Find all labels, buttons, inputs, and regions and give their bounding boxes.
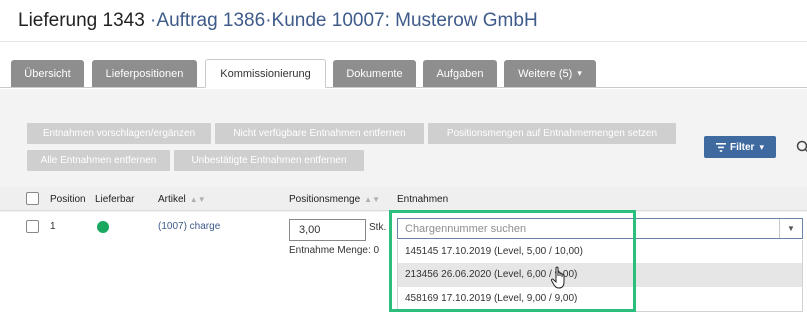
title-separator: ·	[144, 10, 157, 31]
batch-option[interactable]: 145145 17.10.2019 (Level, 5,00 / 10,00)	[398, 240, 802, 264]
customer-link[interactable]: Kunde 10007: Musterow GmbH	[272, 10, 538, 31]
suggest-removals-button[interactable]: Entnahmen vorschlagen/ergänzen	[27, 123, 211, 144]
sort-icon: ▲▼	[364, 195, 380, 204]
page-title: Lieferung 1343 ·Auftrag 1386·Kunde 10007…	[18, 10, 538, 32]
hand-cursor-icon	[550, 266, 570, 295]
tab-lieferpositionen[interactable]: Lieferpositionen	[92, 60, 197, 87]
batch-option[interactable]: 213456 26.06.2020 (Level, 6,00 / 9,00)	[398, 263, 802, 287]
delivery-title: Lieferung 1343	[18, 10, 145, 31]
batch-search-input[interactable]: Chargennummer suchen	[405, 223, 526, 235]
batch-options-list: 145145 17.10.2019 (Level, 5,00 / 10,00) …	[397, 240, 803, 312]
batch-search-combobox[interactable]: Chargennummer suchen ▼	[397, 218, 803, 239]
tab-kommissionierung[interactable]: Kommissionierung	[205, 59, 326, 88]
column-artikel[interactable]: Artikel ▲▼	[158, 194, 206, 205]
chevron-down-icon: ▾	[577, 68, 582, 78]
order-link[interactable]: Auftrag 1386	[156, 10, 265, 31]
tab-aufgaben[interactable]: Aufgaben	[423, 60, 497, 87]
filter-label: Filter	[730, 141, 755, 153]
search-icon[interactable]	[796, 140, 807, 159]
column-positionsmenge[interactable]: Positionsmenge ▲▼	[289, 194, 380, 205]
column-position: Position	[50, 194, 86, 205]
batch-option[interactable]: 458169 17.10.2019 (Level, 9,00 / 9,00)	[398, 287, 802, 311]
column-artikel-label: Artikel	[158, 194, 186, 205]
tab-bar: Übersicht Lieferpositionen Kommissionier…	[0, 43, 807, 88]
quantity-input[interactable]: 3,00	[289, 219, 366, 241]
tab-uebersicht[interactable]: Übersicht	[11, 60, 84, 87]
article-link[interactable]: (1007) charge	[158, 221, 220, 232]
tab-weitere-label: Weitere (5)	[518, 67, 573, 80]
column-lieferbar: Lieferbar	[95, 194, 135, 205]
sort-icon: ▲▼	[189, 195, 206, 204]
column-positionsmenge-label: Positionsmenge	[289, 194, 361, 205]
table-header: Position Lieferbar Artikel ▲▼ Positionsme…	[0, 187, 807, 211]
tab-weitere[interactable]: Weitere (5) ▾	[504, 60, 596, 87]
row-position: 1	[50, 221, 56, 232]
removal-quantity: Entnahme Menge: 0	[289, 245, 380, 256]
column-entnahmen: Entnahmen	[397, 194, 449, 205]
filter-button[interactable]: Filter ▾	[704, 136, 776, 158]
unit-label: Stk.	[369, 222, 387, 233]
set-quantities-button[interactable]: Positionsmengen auf Entnahmemengen setze…	[428, 123, 676, 144]
row-checkbox[interactable]	[26, 220, 39, 233]
filter-icon	[716, 142, 726, 152]
remove-all-button[interactable]: Alle Entnahmen entfernen	[27, 150, 170, 171]
availability-status-dot	[97, 221, 109, 233]
remove-unavailable-button[interactable]: Nicht verfügbare Entnahmen entfernen	[215, 123, 424, 144]
page-header: Lieferung 1343 ·Auftrag 1386·Kunde 10007…	[0, 0, 807, 42]
chevron-down-icon: ▾	[759, 141, 764, 152]
dropdown-arrow-icon[interactable]: ▼	[779, 219, 802, 238]
tab-dokumente[interactable]: Dokumente	[333, 60, 416, 87]
remove-unconfirmed-button[interactable]: Unbestätigte Entnahmen entfernen	[174, 150, 364, 171]
select-all-checkbox[interactable]	[26, 192, 39, 205]
